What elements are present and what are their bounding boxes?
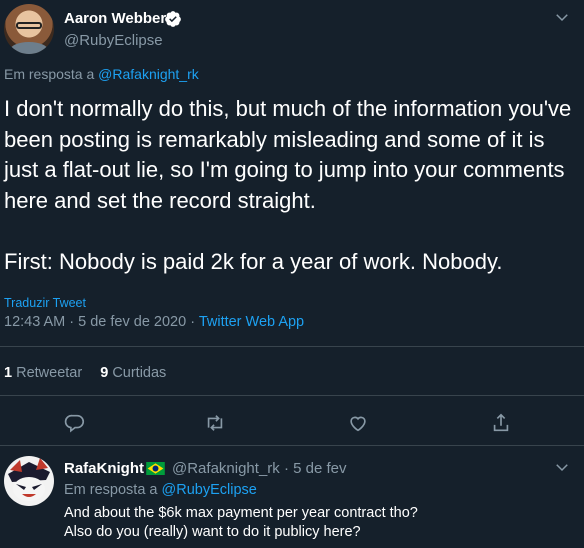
retweet-icon[interactable] bbox=[204, 412, 226, 434]
heart-icon[interactable] bbox=[347, 412, 369, 434]
author-name[interactable]: Aaron Webber bbox=[64, 10, 166, 27]
likes-stat[interactable]: 9 Curtidas bbox=[100, 365, 166, 381]
brazil-flag-icon bbox=[146, 462, 165, 475]
likes-label: Curtidas bbox=[112, 365, 167, 381]
reply-icon[interactable] bbox=[64, 412, 86, 434]
tweet-stats: 1 Retweetar 9 Curtidas bbox=[4, 365, 166, 381]
main-tweet: Aaron Webber @RubyEclipse Em resposta a … bbox=[0, 0, 584, 446]
retweets-stat[interactable]: 1 Retweetar bbox=[4, 365, 82, 381]
author-handle[interactable]: @RubyEclipse bbox=[64, 32, 163, 49]
share-icon[interactable] bbox=[490, 412, 512, 434]
reply-to-link[interactable]: @RubyEclipse bbox=[162, 482, 257, 498]
timestamp[interactable]: 12:43 AM · 5 de fev de 2020 · bbox=[4, 314, 199, 330]
retweets-label: Retweetar bbox=[16, 365, 83, 381]
tweet-meta: 12:43 AM · 5 de fev de 2020 · Twitter We… bbox=[4, 314, 304, 330]
divider bbox=[0, 346, 584, 347]
divider bbox=[0, 395, 584, 396]
reply-tweet[interactable]: RafaKnight @Rafaknight_rk · 5 de fev Em … bbox=[0, 446, 584, 548]
reply-context-prefix: Em resposta a bbox=[4, 66, 99, 82]
chevron-down-icon[interactable] bbox=[553, 458, 571, 476]
avatar-shirt bbox=[10, 42, 48, 54]
reply-text: And about the $6k max payment per year c… bbox=[64, 505, 418, 540]
source-link[interactable]: Twitter Web App bbox=[199, 314, 304, 330]
retweets-count: 1 bbox=[4, 365, 13, 381]
reply-author-name[interactable]: RafaKnight bbox=[64, 460, 144, 477]
avatar[interactable] bbox=[4, 456, 54, 506]
translate-link[interactable]: Traduzir Tweet bbox=[4, 296, 86, 310]
reply-context: Em resposta a @RubyEclipse bbox=[64, 482, 257, 498]
likes-count: 9 bbox=[100, 365, 109, 381]
reply-avatar-illustration bbox=[8, 458, 50, 501]
tweet-text: I don't normally do this, but much of th… bbox=[4, 96, 572, 274]
reply-to-link[interactable]: @Rafaknight_rk bbox=[98, 66, 199, 82]
reply-context: Em resposta a @Rafaknight_rk bbox=[4, 66, 199, 82]
avatar-glasses bbox=[16, 22, 42, 29]
verified-badge-icon bbox=[165, 11, 181, 27]
avatar[interactable] bbox=[4, 4, 54, 54]
reply-handle-time[interactable]: @Rafaknight_rk · 5 de fev bbox=[172, 460, 346, 477]
chevron-down-icon[interactable] bbox=[553, 8, 571, 26]
reply-context-prefix: Em resposta a bbox=[64, 482, 162, 498]
